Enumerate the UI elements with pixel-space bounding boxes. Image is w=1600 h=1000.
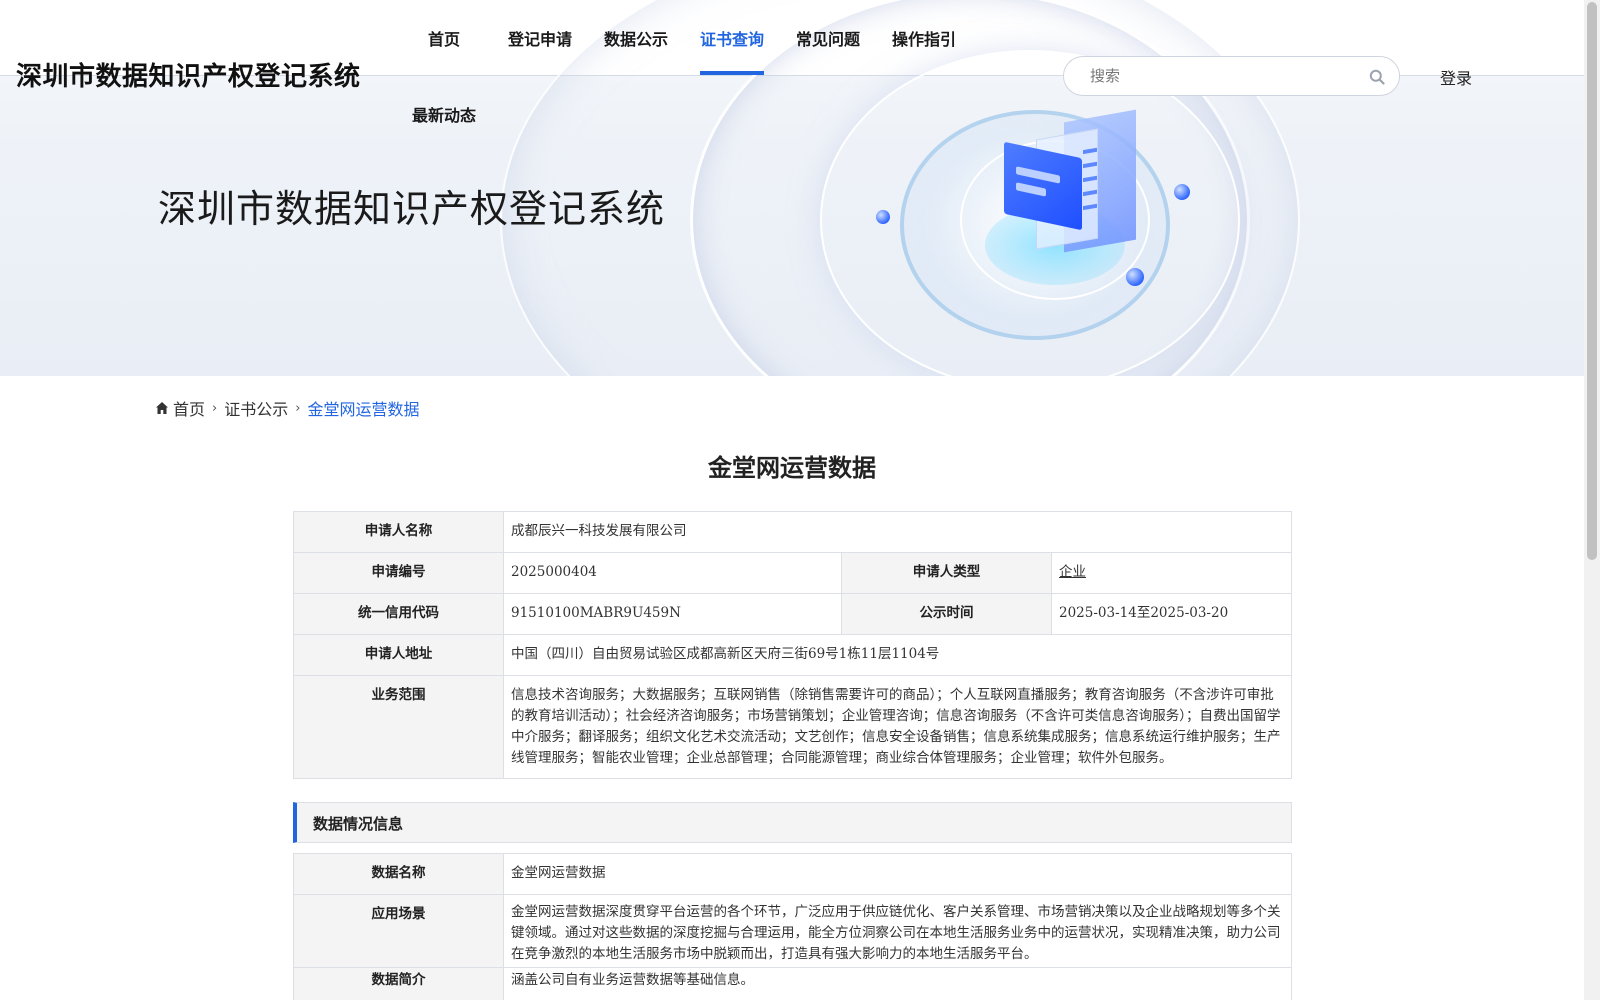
nav-home[interactable]: 首页 [428, 26, 460, 50]
nav-latest-news[interactable]: 最新动态 [412, 102, 476, 126]
applicant-type-value: 企业 [1059, 564, 1086, 580]
publicity-time-label: 公示时间 [841, 593, 1052, 635]
application-scenario-value: 金堂网运营数据深度贯穿平台运营的各个环节，广泛应用于供应链优化、客户关系管理、市… [503, 894, 1292, 968]
site-title[interactable]: 深圳市数据知识产权登记系统 [16, 56, 361, 93]
applicant-info-table: 申请人名称 成都辰兴一科技发展有限公司 申请编号 2025000404 申请人类… [293, 511, 1292, 779]
breadcrumb-current: 金堂网运营数据 [307, 400, 420, 419]
business-scope-label: 业务范围 [293, 675, 504, 779]
page-scrollbar[interactable] [1584, 0, 1600, 1000]
breadcrumb-certificate-publicity[interactable]: 证书公示 [224, 396, 288, 420]
data-intro-label: 数据简介 [293, 967, 504, 1000]
home-icon [156, 402, 168, 414]
publicity-time-value: 2025-03-14至2025-03-20 [1051, 593, 1292, 635]
application-code-value: 2025000404 [503, 552, 842, 594]
chevron-right-icon: › [295, 400, 301, 416]
nav-active-indicator [700, 71, 764, 75]
chevron-right-icon: › [212, 400, 218, 416]
table-row: 业务范围 信息技术咨询服务；大数据服务；互联网销售（除销售需要许可的商品）；个人… [293, 675, 1292, 779]
nav-registration[interactable]: 登记申请 [508, 26, 572, 50]
applicant-type-cell: 企业 [1051, 552, 1292, 594]
table-row: 统一信用代码 91510100MABR9U459N 公示时间 2025-03-1… [293, 593, 1292, 635]
applicant-name-label: 申请人名称 [293, 511, 504, 553]
table-row: 申请人名称 成都辰兴一科技发展有限公司 [293, 511, 1292, 553]
application-scenario-label: 应用场景 [293, 894, 504, 968]
business-scope-value: 信息技术咨询服务；大数据服务；互联网销售（除销售需要许可的商品）；个人互联网直播… [503, 675, 1292, 779]
credit-code-label: 统一信用代码 [293, 593, 504, 635]
applicant-address-value: 中国（四川）自由贸易试验区成都高新区天府三街69号1栋11层1104号 [503, 634, 1292, 676]
nav-certificate-query[interactable]: 证书查询 [700, 26, 764, 50]
banner-orb [1126, 268, 1144, 286]
hero-title: 深圳市数据知识产权登记系统 [158, 187, 666, 231]
data-info-table: 数据名称 金堂网运营数据 应用场景 金堂网运营数据深度贯穿平台运营的各个环节，广… [293, 853, 1292, 1000]
applicant-address-label: 申请人地址 [293, 634, 504, 676]
application-code-label: 申请编号 [293, 552, 504, 594]
scrollbar-thumb[interactable] [1587, 2, 1597, 560]
nav-guide[interactable]: 操作指引 [892, 26, 956, 50]
nav-faq[interactable]: 常见问题 [796, 26, 860, 50]
search-input[interactable] [1090, 65, 1350, 87]
credit-code-value: 91510100MABR9U459N [503, 593, 842, 635]
search-icon[interactable] [1369, 69, 1385, 85]
table-row: 应用场景 金堂网运营数据深度贯穿平台运营的各个环节，广泛应用于供应链优化、客户关… [293, 894, 1292, 968]
applicant-type-label: 申请人类型 [841, 552, 1052, 594]
data-name-value: 金堂网运营数据 [503, 853, 1292, 895]
banner-orb [1174, 184, 1190, 200]
login-link[interactable]: 登录 [1440, 65, 1472, 89]
section-heading: 数据情况信息 [313, 815, 404, 833]
data-name-label: 数据名称 [293, 853, 504, 895]
nav-data-publicity[interactable]: 数据公示 [604, 26, 668, 50]
breadcrumb-home[interactable]: 首页 [173, 396, 205, 420]
banner-orb [876, 210, 890, 224]
table-row: 申请人地址 中国（四川）自由贸易试验区成都高新区天府三街69号1栋11层1104… [293, 634, 1292, 676]
breadcrumb: 首页 › 证书公示 › 金堂网运营数据 [155, 396, 419, 420]
search-box [1063, 56, 1400, 96]
table-row: 申请编号 2025000404 申请人类型 企业 [293, 552, 1292, 594]
table-row: 数据简介 涵盖公司自有业务运营数据等基础信息。 [293, 967, 1292, 1000]
page-title: 金堂网运营数据 [708, 453, 876, 482]
applicant-name-value: 成都辰兴一科技发展有限公司 [503, 511, 1292, 553]
table-row: 数据名称 金堂网运营数据 [293, 853, 1292, 895]
data-intro-value: 涵盖公司自有业务运营数据等基础信息。 [503, 967, 1292, 1000]
data-info-section-header: 数据情况信息 [293, 802, 1292, 843]
